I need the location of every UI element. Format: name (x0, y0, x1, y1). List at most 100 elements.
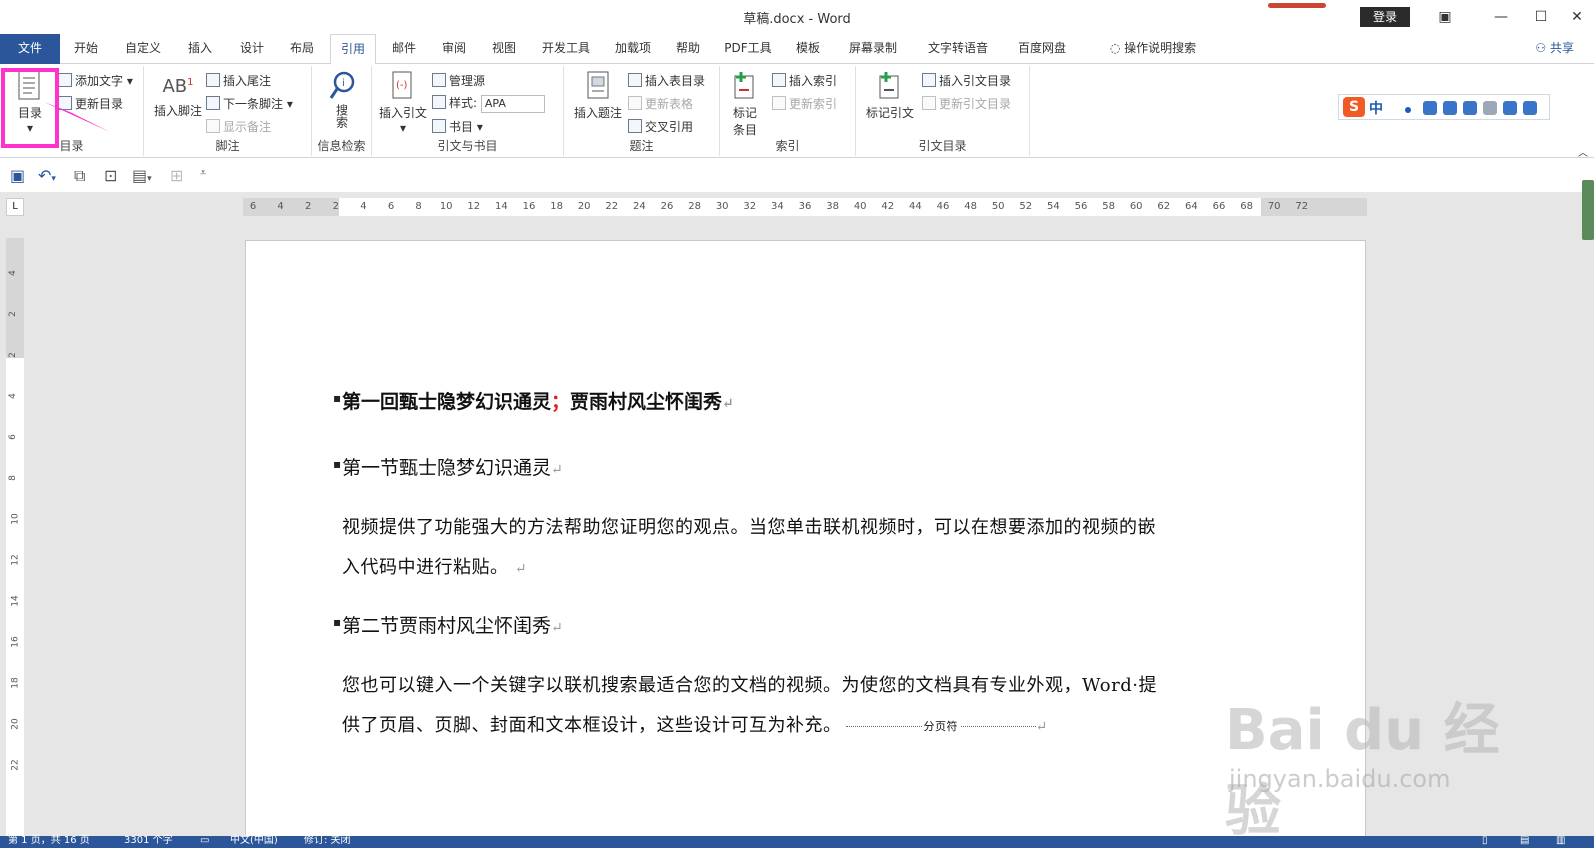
share-label: 共享 (1549, 41, 1574, 55)
user-icon[interactable] (1483, 101, 1497, 115)
insert-table-of-figures-button[interactable]: 插入表目录 (628, 72, 705, 89)
tab-insert[interactable]: 插入 (180, 34, 220, 64)
layout-icon[interactable]: ▤▾ (132, 166, 152, 185)
tab-developer[interactable]: 开发工具 (534, 34, 598, 64)
save-icon[interactable]: ▣ (10, 166, 25, 185)
tab-text-to-speech[interactable]: 文字转语音 (918, 34, 998, 64)
heading-2-second[interactable]: ▪ 第二节贾雨村风尘怀闺秀↵ (333, 611, 563, 638)
tab-custom[interactable]: 自定义 (118, 34, 168, 64)
new-doc-icon[interactable]: ⊞ (170, 166, 183, 185)
status-words[interactable]: 3301 个字 (124, 835, 173, 847)
status-page[interactable]: 第 1 页，共 16 页 (8, 835, 90, 847)
tab-references[interactable]: 引用 (330, 34, 376, 65)
vruler-tick: 2 (7, 311, 18, 317)
vruler-tick: 12 (10, 554, 21, 566)
tab-home[interactable]: 开始 (66, 34, 106, 64)
bibliography-button[interactable]: 书目 ▾ (432, 118, 483, 135)
punctuation-icon[interactable] (1405, 107, 1411, 113)
ruler-tick: 70 (1267, 201, 1281, 212)
left-margin-area (243, 198, 339, 216)
lightbulb-icon: ◌ (1109, 41, 1125, 55)
paragraph-mark: ↵ (551, 620, 563, 636)
update-toa-button[interactable]: 更新引文目录 (922, 95, 1011, 112)
tab-templates[interactable]: 模板 (788, 34, 828, 64)
close-icon[interactable]: ✕ (1562, 5, 1592, 29)
paragraph-2-line-2[interactable]: 供了页眉、页脚、封面和文本框设计，这些设计可互为补充。 分页符 ↵ (342, 711, 1048, 737)
paragraph-2-line-1[interactable]: 您也可以键入一个关键字以联机搜索最适合您的文档的视频。为使您的文档具有专业外观，… (342, 671, 1157, 697)
share-button[interactable]: ⚇ 共享 (1535, 34, 1574, 62)
emoji-icon[interactable] (1423, 101, 1437, 115)
read-mode-icon[interactable]: ▯ (1482, 835, 1488, 847)
skin-icon[interactable] (1503, 101, 1517, 115)
heading-1[interactable]: ▪ 第一回甄士隐梦幻识通灵；贾雨村风尘怀闺秀↵ (333, 387, 734, 414)
login-button[interactable]: 登录 (1360, 7, 1410, 27)
tell-me-search[interactable]: ◌ 操作说明搜索 (1094, 34, 1212, 64)
update-table-button[interactable]: 更新表格 (628, 95, 693, 112)
paragraph-1-line-2[interactable]: 入代码中进行粘贴。 ↵ (342, 553, 527, 579)
tab-screen-record[interactable]: 屏幕录制 (840, 34, 906, 64)
ruler-tick: 36 (798, 201, 812, 212)
mark-citation-button[interactable]: 标记引文 (862, 70, 918, 121)
tab-baidu-netdisk[interactable]: 百度网盘 (1010, 34, 1074, 64)
mark-citation-icon (879, 72, 899, 99)
paragraph-1-line-1[interactable]: 视频提供了功能强大的方法帮助您证明您的观点。当您单击联机视频时，可以在想要添加的… (342, 513, 1156, 539)
show-notes-button[interactable]: 显示备注 (206, 118, 271, 135)
add-text-icon (58, 73, 72, 87)
ruler-tick: 66 (1212, 201, 1226, 212)
ime-language[interactable]: 中 (1369, 98, 1383, 118)
show-notes-icon (206, 119, 220, 133)
tab-review[interactable]: 审阅 (434, 34, 474, 64)
ribbon-display-options-icon[interactable]: ▣ (1430, 5, 1460, 29)
tab-help[interactable]: 帮助 (668, 34, 708, 64)
tab-file[interactable]: 文件 (0, 34, 60, 64)
tab-view[interactable]: 视图 (484, 34, 524, 64)
document-page[interactable]: ▪ 第一回甄士隐梦幻识通灵；贾雨村风尘怀闺秀↵ ▪ 第一节甄士隐梦幻识通灵↵ 视… (245, 240, 1366, 848)
cross-reference-button[interactable]: 交叉引用 (628, 118, 693, 135)
customize-qat-icon[interactable]: ⩡ (200, 166, 206, 180)
vertical-ruler[interactable]: 4 2 2 4 6 8 10 12 14 16 18 20 22 (6, 238, 24, 848)
tab-addins[interactable]: 加载项 (608, 34, 658, 64)
proofing-icon[interactable]: ▭ (200, 835, 209, 847)
microphone-icon[interactable] (1443, 101, 1457, 115)
minimize-icon[interactable]: — (1486, 5, 1516, 29)
copy-format-icon[interactable]: ⧉ (74, 166, 85, 186)
tab-selector-icon[interactable]: L (6, 198, 24, 216)
ruler-tick: 14 (495, 201, 508, 212)
maximize-icon[interactable]: ☐ (1526, 5, 1556, 29)
status-language[interactable]: 中文(中国) (230, 835, 278, 847)
collapse-ribbon-icon[interactable]: ︿ (1578, 144, 1588, 159)
group-captions-label: 题注 (629, 139, 654, 153)
web-layout-icon[interactable]: ▥ (1556, 835, 1565, 847)
update-index-button[interactable]: 更新索引 (772, 95, 837, 112)
heading-2-first[interactable]: ▪ 第一节甄士隐梦幻识通灵↵ (333, 453, 563, 480)
insert-footnote-button[interactable]: AB1 插入脚注 (150, 76, 206, 119)
manage-sources-button[interactable]: 管理源 (432, 72, 485, 89)
next-footnote-button[interactable]: 下一条脚注 ▾ (206, 95, 293, 112)
grid-menu-icon[interactable] (1523, 101, 1537, 115)
tab-layout[interactable]: 布局 (282, 34, 322, 64)
insert-index-label: 插入索引 (789, 74, 838, 88)
insert-index-button[interactable]: 插入索引 (772, 72, 837, 89)
status-track-changes[interactable]: 修订: 关闭 (304, 835, 351, 847)
vertical-scrollbar[interactable] (1582, 180, 1594, 240)
next-footnote-label: 下一条脚注 (223, 97, 284, 111)
search-button[interactable]: i 搜索 (322, 70, 362, 131)
insert-toa-button[interactable]: 插入引文目录 (922, 72, 1011, 89)
mark-entry-button[interactable]: 标记条目 (724, 70, 766, 138)
insert-citation-button[interactable]: (-) 插入引文 ▾ (378, 70, 428, 135)
tab-pdf-tools[interactable]: PDF工具 (716, 34, 780, 64)
undo-icon[interactable]: ↶▾ (38, 166, 56, 185)
sogou-logo-icon[interactable]: S (1343, 97, 1365, 117)
add-text-button[interactable]: 添加文字 ▾ (58, 72, 133, 89)
tab-design[interactable]: 设计 (232, 34, 272, 64)
insert-endnote-button[interactable]: 插入尾注 (206, 72, 271, 89)
horizontal-ruler[interactable]: 6 4 2 2 4 6 8 10 12 14 16 18 20 22 24 26 28 30 32 34 36 38 40 4… (243, 198, 1367, 216)
tab-mailings[interactable]: 邮件 (384, 34, 424, 64)
insert-caption-button[interactable]: 插入题注 (572, 70, 624, 121)
print-layout-icon[interactable]: ▤ (1520, 835, 1529, 847)
ruler-tick: 32 (743, 201, 757, 212)
keyboard-icon[interactable] (1463, 101, 1477, 115)
citation-style-select[interactable]: APA (480, 94, 545, 113)
ruler-tick: 16 (522, 201, 536, 212)
comment-icon[interactable]: ⊡ (104, 166, 117, 185)
